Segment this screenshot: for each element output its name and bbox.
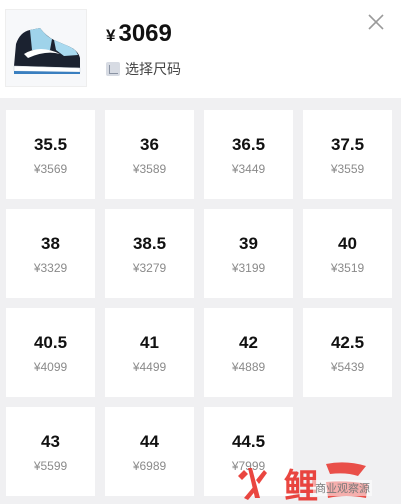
size-price: ¥6989	[132, 458, 167, 473]
size-label: 40.5	[33, 332, 68, 352]
size-price: ¥3589	[132, 161, 167, 176]
select-size-hint: 选择尺码	[106, 59, 181, 79]
size-price: ¥4499	[132, 359, 167, 374]
size-price: ¥3199	[231, 260, 266, 275]
size-price: ¥3329	[33, 260, 68, 275]
size-label: 38.5	[132, 233, 167, 253]
close-icon	[368, 14, 384, 30]
price-value: 3069	[118, 20, 172, 47]
size-option[interactable]: 38.5 ¥3279	[105, 209, 194, 298]
size-option[interactable]: 39 ¥3199	[204, 209, 293, 298]
size-label: 41	[140, 332, 159, 352]
watermark-caption: 商业观察源	[313, 480, 372, 496]
size-price: ¥5599	[33, 458, 68, 473]
size-price: ¥7999	[231, 458, 266, 473]
size-price: ¥3519	[330, 260, 365, 275]
size-label: 37.5	[330, 134, 365, 154]
size-grid-panel: 35.5 ¥3569 36 ¥3589 36.5 ¥3449 37.5 ¥3559 38 ¥332…	[0, 98, 401, 504]
size-label: 42.5	[330, 332, 365, 352]
size-option[interactable]: 37.5 ¥3559	[303, 110, 392, 199]
size-label: 39	[239, 233, 258, 253]
size-option[interactable]: 36 ¥3589	[105, 110, 194, 199]
size-option[interactable]: 44.5 ¥7999	[204, 407, 293, 496]
currency-symbol: ¥	[106, 26, 116, 45]
size-chart-icon	[106, 62, 120, 76]
size-label: 36.5	[231, 134, 266, 154]
size-label: 44.5	[231, 431, 266, 451]
size-label: 36	[140, 134, 159, 154]
size-price: ¥3279	[132, 260, 167, 275]
size-price: ¥3569	[33, 161, 68, 176]
product-header: ¥3069 选择尺码	[0, 0, 401, 98]
size-price: ¥4889	[231, 359, 266, 374]
size-option[interactable]: 40 ¥3519	[303, 209, 392, 298]
size-label: 43	[41, 431, 60, 451]
size-label: 40	[338, 233, 357, 253]
size-option[interactable]: 42 ¥4889	[204, 308, 293, 397]
sneaker-image	[13, 28, 81, 74]
product-thumbnail	[5, 9, 87, 87]
size-option[interactable]: 44 ¥6989	[105, 407, 194, 496]
size-option[interactable]: 35.5 ¥3569	[6, 110, 95, 199]
size-grid: 35.5 ¥3569 36 ¥3589 36.5 ¥3449 37.5 ¥3559 38 ¥332…	[6, 110, 396, 496]
size-label: 44	[140, 431, 159, 451]
select-size-label: 选择尺码	[125, 61, 181, 77]
size-price: ¥3449	[231, 161, 266, 176]
size-option[interactable]: 43 ¥5599	[6, 407, 95, 496]
size-label: 42	[239, 332, 258, 352]
size-option[interactable]: 42.5 ¥5439	[303, 308, 392, 397]
size-price: ¥4099	[33, 359, 68, 374]
size-price: ¥3559	[330, 161, 365, 176]
size-option[interactable]: 38 ¥3329	[6, 209, 95, 298]
size-option[interactable]: 41 ¥4499	[105, 308, 194, 397]
size-price: ¥5439	[330, 359, 365, 374]
close-button[interactable]	[364, 10, 388, 34]
size-label: 38	[41, 233, 60, 253]
size-option[interactable]: 40.5 ¥4099	[6, 308, 95, 397]
selected-price: ¥3069	[106, 19, 172, 49]
size-option[interactable]: 36.5 ¥3449	[204, 110, 293, 199]
size-label: 35.5	[33, 134, 68, 154]
